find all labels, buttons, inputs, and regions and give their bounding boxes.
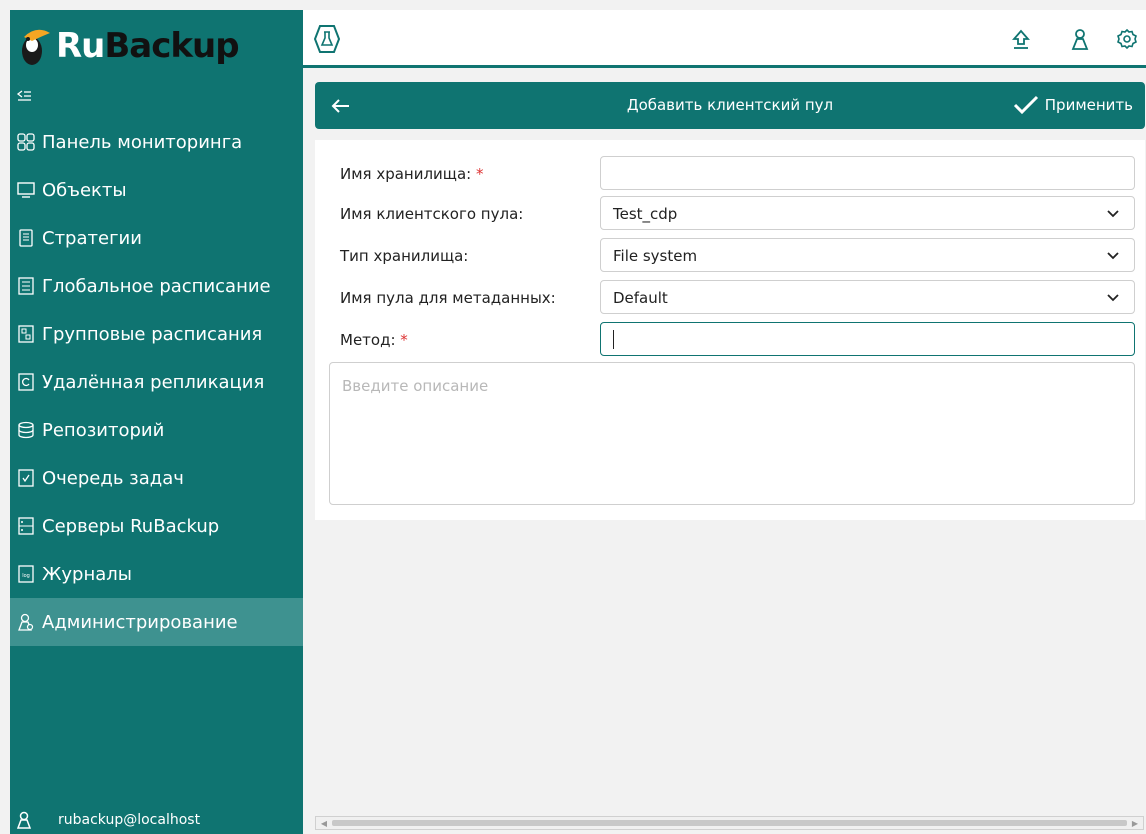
user-profile-icon[interactable]: [1069, 28, 1091, 50]
brand-ru: Ru: [56, 26, 105, 66]
client-pool-row: Имя клиентского пула: Test_cdp: [315, 196, 1145, 232]
upload-icon[interactable]: [1010, 28, 1032, 50]
replication-icon: [16, 372, 36, 392]
current-user[interactable]: rubackup@localhost: [10, 806, 303, 834]
storage-name-label: Имя хранилища: *: [340, 165, 483, 183]
sidebar-item-label: Глобальное расписание: [42, 275, 271, 297]
storage-name-row: Имя хранилища: *: [315, 156, 1145, 192]
sidebar-item-label: Объекты: [42, 179, 127, 201]
metadata-pool-value: Default: [613, 289, 668, 307]
rubackup-logo: RuBackup: [14, 16, 240, 76]
user-name: rubackup@localhost: [58, 812, 201, 828]
method-input[interactable]: [600, 322, 1135, 356]
sidebar-item-objects[interactable]: Объекты: [10, 166, 303, 214]
storage-name-label-text: Имя хранилища:: [340, 165, 472, 183]
client-pool-label: Имя клиентского пула:: [340, 205, 524, 223]
scrollbar-thumb[interactable]: [332, 820, 1127, 826]
sidebar: RuBackup Панель мониторинга Объекты Стра…: [10, 10, 303, 834]
sidebar-item-group-schedules[interactable]: Групповые расписания: [10, 310, 303, 358]
sidebar-item-label: Очередь задач: [42, 467, 184, 489]
metadata-pool-select[interactable]: Default: [600, 280, 1135, 314]
sidebar-nav: Панель мониторинга Объекты Стратегии Гло…: [10, 118, 303, 646]
log-icon: log: [16, 564, 36, 584]
sidebar-item-label: Репозиторий: [42, 419, 165, 441]
add-client-pool-form: Имя хранилища: * Имя клиентского пула: T…: [315, 140, 1145, 520]
chevron-down-icon: [1107, 210, 1119, 218]
storage-type-label: Тип хранилища:: [340, 247, 469, 265]
top-bar: [303, 10, 1146, 68]
apply-button[interactable]: Применить: [1013, 94, 1133, 116]
dashboard-icon: [16, 132, 36, 152]
client-pool-select[interactable]: Test_cdp: [600, 196, 1135, 230]
required-marker: *: [400, 331, 408, 349]
monitor-icon: [16, 180, 36, 200]
method-label-text: Метод:: [340, 331, 396, 349]
sidebar-item-label: Удалённая репликация: [42, 371, 265, 393]
sidebar-item-servers[interactable]: Серверы RuBackup: [10, 502, 303, 550]
sidebar-item-label: Стратегии: [42, 227, 142, 249]
scroll-right-arrow-icon[interactable]: ▶: [1129, 818, 1141, 828]
sidebar-item-monitoring[interactable]: Панель мониторинга: [10, 118, 303, 166]
admin-icon: [16, 612, 36, 632]
sidebar-item-label: Администрирование: [42, 611, 238, 633]
sidebar-item-administration[interactable]: Администрирование: [10, 598, 303, 646]
client-pool-value: Test_cdp: [613, 205, 678, 223]
chevron-down-icon: [1107, 294, 1119, 302]
brand-backup: Backup: [104, 26, 239, 66]
server-icon: [16, 516, 36, 536]
svg-text:log: log: [22, 573, 30, 579]
sidebar-item-strategies[interactable]: Стратегии: [10, 214, 303, 262]
metadata-pool-row: Имя пула для метаданных: Default: [315, 280, 1145, 316]
document-icon: [16, 228, 36, 248]
description-textarea[interactable]: Введите описание: [329, 362, 1135, 505]
text-cursor: [613, 330, 614, 349]
chevron-down-icon: [1107, 252, 1119, 260]
storage-name-input[interactable]: [600, 156, 1135, 190]
list-icon: [16, 276, 36, 296]
collapse-sidebar-icon[interactable]: [16, 88, 36, 108]
database-icon: [16, 420, 36, 440]
sidebar-item-label: Серверы RuBackup: [42, 515, 220, 537]
task-queue-icon: [16, 468, 36, 488]
required-marker: *: [475, 165, 484, 183]
storage-type-row: Тип хранилища: File system: [315, 238, 1145, 274]
settings-gear-icon[interactable]: [1116, 28, 1138, 50]
horizontal-scrollbar[interactable]: ◀ ▶: [315, 816, 1144, 830]
form-header: Добавить клиентский пул Применить: [315, 82, 1145, 129]
user-icon: [14, 811, 34, 829]
sidebar-item-repository[interactable]: Репозиторий: [10, 406, 303, 454]
sidebar-item-label: Групповые расписания: [42, 323, 263, 345]
method-row: Метод: *: [315, 322, 1145, 358]
apply-label: Применить: [1044, 96, 1133, 114]
sidebar-item-label: Панель мониторинга: [42, 131, 243, 153]
storage-type-value: File system: [613, 247, 698, 265]
method-label: Метод: *: [340, 331, 408, 349]
storage-type-select[interactable]: File system: [600, 238, 1135, 272]
checkmark-icon: [1013, 95, 1038, 115]
sidebar-item-global-schedule[interactable]: Глобальное расписание: [10, 262, 303, 310]
sidebar-item-task-queue[interactable]: Очередь задач: [10, 454, 303, 502]
sidebar-item-label: Журналы: [42, 563, 132, 585]
sidebar-item-logs[interactable]: log Журналы: [10, 550, 303, 598]
lab-flask-icon[interactable]: [313, 24, 341, 54]
group-schedule-icon: [16, 324, 36, 344]
brand-name: RuBackup: [56, 26, 240, 66]
metadata-pool-label: Имя пула для метаданных:: [340, 289, 556, 307]
scroll-left-arrow-icon[interactable]: ◀: [318, 818, 330, 828]
sidebar-item-remote-replication[interactable]: Удалённая репликация: [10, 358, 303, 406]
toucan-icon: [14, 23, 52, 69]
